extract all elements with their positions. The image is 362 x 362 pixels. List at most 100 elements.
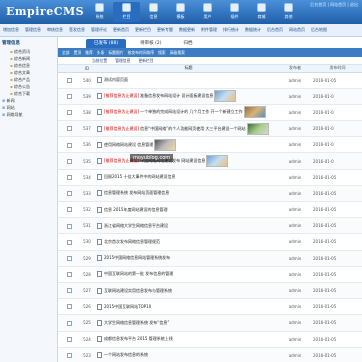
row-title-link[interactable]: 一个单独的完成网站设计的 几个月工作 开一个新建立工作 (140, 109, 243, 114)
row-checkbox[interactable] (66, 223, 72, 229)
sub-nav-link[interactable]: 后台地图 (311, 27, 327, 33)
row-checkbox[interactable] (66, 288, 72, 294)
row-id: 532 (80, 201, 94, 219)
sidebar-item[interactable]: 综合产品 (2, 76, 55, 83)
table-row: 527 互联网站建设实用信息发布与管理系统 admin 2016-01-05 (58, 282, 362, 300)
row-title-link[interactable]: 2015中国网络信息网站管理系统发布 (104, 255, 170, 260)
sub-nav-link[interactable]: 网站首页 (289, 27, 305, 33)
row-title-link[interactable]: 大学生网络信息管理系统 发布“信息” (104, 320, 169, 325)
sidebar-item[interactable]: 综合新闻 (2, 55, 55, 62)
filter-link[interactable]: 推荐 (85, 50, 93, 56)
row-title-link[interactable]: 浙江省网络大学生网络信息平台建设 (104, 223, 168, 228)
row-checkbox[interactable] (66, 320, 72, 326)
filter-link[interactable]: 标题图片 (108, 50, 123, 56)
row-title-link[interactable]: 一个网站发布信息的系统 (104, 352, 148, 357)
row-title-link[interactable]: 中国互联网站的第一批 发布信息的管理 (104, 271, 173, 276)
filter-link[interactable]: 头条 (97, 50, 105, 56)
row-checkbox[interactable] (66, 304, 72, 310)
row-title-link[interactable]: 信息管理系统 发布网站页面管理信息 (104, 190, 169, 195)
sidebar-folder[interactable]: 网站 (2, 104, 55, 111)
row-title-link[interactable]: 信息“中国网络”的个人功能网页使用 大三平台建设一个网站 (140, 126, 245, 131)
row-title-link[interactable]: 使用网络网站建设 信息管理 (104, 142, 153, 147)
row-checkbox[interactable] (66, 272, 72, 278)
row-title-link[interactable]: 北京首次发布网络信息管理规范 (104, 239, 160, 244)
sub-nav-link[interactable]: 管理信息 (25, 27, 41, 33)
col-title[interactable]: 标题 (94, 65, 280, 73)
sub-nav-link[interactable]: 后台首页 (267, 27, 283, 33)
top-nav-item[interactable]: 用户 (194, 2, 221, 22)
row-thumbnail (246, 122, 269, 135)
row-checkbox[interactable] (66, 142, 72, 148)
sidebar-item[interactable]: 综合信息 (2, 62, 55, 69)
tab-1[interactable]: 待审核 (2) (132, 39, 169, 48)
sub-nav-link[interactable]: 审核信息 (47, 27, 63, 33)
row-checkbox[interactable] (66, 336, 72, 342)
row-checkbox[interactable] (66, 94, 72, 100)
row-title-link[interactable]: 互联网站建设实用信息发布与管理系统 (104, 288, 172, 293)
sub-nav-link[interactable]: 更新首页 (113, 27, 129, 33)
filter-link[interactable]: 置顶 (74, 50, 82, 56)
top-nav-item[interactable]: 模板 (167, 2, 194, 22)
row-checkbox[interactable] (66, 255, 72, 261)
col-time[interactable]: 发布时间 (310, 65, 362, 73)
row-title-link[interactable]: 成都信息发布平台 2015 管理系统上线 (104, 336, 173, 341)
table-row: 526 2015中国互联网站TOP10 admin 2016-01-05 (58, 298, 362, 316)
row-title-link[interactable]: 信息 2015年度网站建设的信息管理 (104, 207, 167, 212)
breadcrumb-item[interactable]: 更新栏目 (138, 58, 153, 64)
sub-nav-link[interactable]: 签发信息 (69, 27, 85, 33)
sub-nav-link[interactable]: 更新栏目 (135, 27, 151, 33)
top-nav-item[interactable]: 其他 (275, 2, 302, 22)
col-publisher[interactable]: 发布者 (280, 65, 310, 73)
sidebar-item[interactable]: 综合资讯 (2, 48, 55, 55)
col-id[interactable]: ID (80, 65, 94, 73)
top-nav-item[interactable]: 系统 (86, 2, 113, 22)
row-checkbox[interactable] (66, 207, 72, 213)
row-checkbox[interactable] (66, 174, 72, 180)
row-title-cell: 信息管理系统 发布网站页面管理信息 (94, 185, 280, 203)
row-title-link[interactable]: 2015中国互联网站TOP10 (104, 304, 151, 309)
row-checkbox[interactable] (66, 110, 72, 116)
sidebar-root[interactable]: 管理信息 (2, 40, 55, 46)
row-title-link[interactable]: 准备信息发布网站设计 设计面板建设信息 (140, 93, 213, 98)
row-checkbox[interactable] (66, 353, 72, 359)
top-nav-item[interactable]: 信息 (140, 2, 167, 22)
row-time: 2016-01-05 (310, 331, 362, 348)
row-publisher: admin (280, 169, 310, 186)
row-checkbox[interactable] (66, 77, 72, 83)
row-publisher: admin (280, 201, 310, 219)
sidebar-item[interactable]: 综合下载 (2, 90, 55, 97)
sidebar-folder[interactable]: 网络导航 (2, 111, 55, 118)
row-title-link[interactable]: 回顾2015 十佳大事件中的网站建设信息 (104, 174, 175, 179)
sidebar-item[interactable]: 综合文章 (2, 69, 55, 76)
top-nav-label: 插件 (230, 14, 239, 19)
top-nav-item[interactable]: 插件 (221, 2, 248, 22)
filter-link[interactable]: 搜索 (158, 50, 166, 56)
row-checkbox[interactable] (66, 126, 72, 132)
sub-nav-link[interactable]: 数据更新 (179, 27, 195, 33)
row-publisher: admin (280, 314, 310, 332)
sub-nav-link[interactable]: 排行统计 (223, 27, 239, 33)
top-nav-item[interactable]: 栏目 (113, 2, 140, 22)
sub-nav-link[interactable]: 数据统计 (245, 27, 261, 33)
breadcrumb-item[interactable]: 管理信息 (115, 58, 130, 64)
row-title-link[interactable]: 测试内容页面 (104, 77, 128, 82)
row-checkbox[interactable] (66, 191, 72, 197)
row-checkbox[interactable] (66, 239, 72, 245)
sub-nav-link[interactable]: 更新专题 (157, 27, 173, 33)
row-checkbox[interactable] (66, 158, 72, 164)
sub-nav-link[interactable]: 管理评论 (91, 27, 107, 33)
tab-0[interactable]: 已发布 (88) (86, 39, 127, 48)
top-nav-item[interactable]: 商城 (248, 2, 275, 22)
top-links[interactable]: 后台首页 | 网站首页 | 退出 (310, 2, 358, 8)
document-icon (97, 222, 102, 229)
sub-nav-link[interactable]: 增加信息 (3, 27, 19, 33)
filter-link[interactable]: 全部 (62, 50, 70, 56)
nav-icon (149, 3, 158, 12)
sidebar-item[interactable]: 综合公告 (2, 83, 55, 90)
tab-2[interactable]: 归档 (175, 39, 200, 48)
filter-link[interactable]: 高级搜索 (170, 50, 185, 56)
sub-nav-link[interactable]: 附件管理 (201, 27, 217, 33)
document-icon (97, 190, 102, 197)
filter-link[interactable]: 按发布时间排序 (128, 50, 155, 56)
sidebar-folder[interactable]: 新闻 (2, 97, 55, 104)
